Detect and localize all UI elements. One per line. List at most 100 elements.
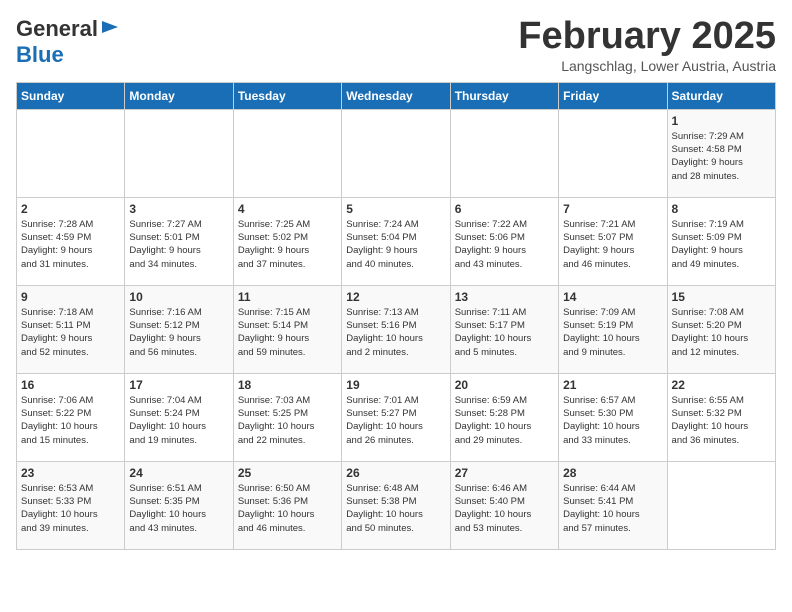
day-info: Sunrise: 6:57 AM Sunset: 5:30 PM Dayligh… bbox=[563, 394, 662, 447]
day-info: Sunrise: 7:01 AM Sunset: 5:27 PM Dayligh… bbox=[346, 394, 445, 447]
week-row-0: 1 Sunrise: 7:29 AM Sunset: 4:58 PM Daylig… bbox=[17, 109, 776, 197]
calendar-cell: 9Sunrise: 7:18 AM Sunset: 5:11 PM Daylig… bbox=[17, 285, 125, 373]
calendar-cell: 21 Sunrise: 6:57 AM Sunset: 5:30 PM Dayli… bbox=[559, 373, 667, 461]
day-info: Sunrise: 6:44 AM Sunset: 5:41 PM Dayligh… bbox=[563, 482, 662, 535]
calendar-cell: 2Sunrise: 7:28 AM Sunset: 4:59 PM Daylig… bbox=[17, 197, 125, 285]
day-info: Sunrise: 7:21 AM Sunset: 5:07 PM Dayligh… bbox=[563, 218, 662, 271]
day-number: 27 bbox=[455, 466, 554, 480]
day-number: 23 bbox=[21, 466, 120, 480]
calendar-cell: 23 Sunrise: 6:53 AM Sunset: 5:33 PM Dayli… bbox=[17, 461, 125, 549]
calendar-cell: 15 Sunrise: 7:08 AM Sunset: 5:20 PM Dayli… bbox=[667, 285, 775, 373]
day-info: Sunrise: 6:53 AM Sunset: 5:33 PM Dayligh… bbox=[21, 482, 120, 535]
calendar-cell: 6 Sunrise: 7:22 AM Sunset: 5:06 PM Daylig… bbox=[450, 197, 558, 285]
day-number: 17 bbox=[129, 378, 228, 392]
day-info: Sunrise: 7:09 AM Sunset: 5:19 PM Dayligh… bbox=[563, 306, 662, 359]
calendar-cell bbox=[559, 109, 667, 197]
calendar-cell: 28 Sunrise: 6:44 AM Sunset: 5:41 PM Dayli… bbox=[559, 461, 667, 549]
day-number: 22 bbox=[672, 378, 771, 392]
day-info: Sunrise: 7:16 AM Sunset: 5:12 PM Dayligh… bbox=[129, 306, 228, 359]
day-info: Sunrise: 7:19 AM Sunset: 5:09 PM Dayligh… bbox=[672, 218, 771, 271]
day-info: Sunrise: 7:25 AM Sunset: 5:02 PM Dayligh… bbox=[238, 218, 337, 271]
day-number: 3 bbox=[129, 202, 228, 216]
day-info: Sunrise: 7:06 AM Sunset: 5:22 PM Dayligh… bbox=[21, 394, 120, 447]
logo-blue: Blue bbox=[16, 42, 64, 67]
day-info: Sunrise: 7:29 AM Sunset: 4:58 PM Dayligh… bbox=[672, 130, 771, 183]
calendar-cell bbox=[667, 461, 775, 549]
day-number: 10 bbox=[129, 290, 228, 304]
day-number: 9 bbox=[21, 290, 120, 304]
day-number: 4 bbox=[238, 202, 337, 216]
day-number: 6 bbox=[455, 202, 554, 216]
calendar-cell bbox=[17, 109, 125, 197]
calendar-cell: 20Sunrise: 6:59 AM Sunset: 5:28 PM Dayli… bbox=[450, 373, 558, 461]
calendar-cell: 14 Sunrise: 7:09 AM Sunset: 5:19 PM Dayli… bbox=[559, 285, 667, 373]
day-number: 8 bbox=[672, 202, 771, 216]
page-header: General Blue February 2025 Langschlag, L… bbox=[16, 16, 776, 74]
week-row-1: 2Sunrise: 7:28 AM Sunset: 4:59 PM Daylig… bbox=[17, 197, 776, 285]
day-info: Sunrise: 6:51 AM Sunset: 5:35 PM Dayligh… bbox=[129, 482, 228, 535]
header-day-friday: Friday bbox=[559, 82, 667, 109]
week-row-2: 9Sunrise: 7:18 AM Sunset: 5:11 PM Daylig… bbox=[17, 285, 776, 373]
day-info: Sunrise: 7:24 AM Sunset: 5:04 PM Dayligh… bbox=[346, 218, 445, 271]
day-info: Sunrise: 7:28 AM Sunset: 4:59 PM Dayligh… bbox=[21, 218, 120, 271]
calendar-cell bbox=[342, 109, 450, 197]
day-info: Sunrise: 7:22 AM Sunset: 5:06 PM Dayligh… bbox=[455, 218, 554, 271]
day-number: 26 bbox=[346, 466, 445, 480]
day-number: 14 bbox=[563, 290, 662, 304]
calendar-body: 1 Sunrise: 7:29 AM Sunset: 4:58 PM Daylig… bbox=[17, 109, 776, 549]
day-number: 19 bbox=[346, 378, 445, 392]
day-info: Sunrise: 7:27 AM Sunset: 5:01 PM Dayligh… bbox=[129, 218, 228, 271]
day-number: 7 bbox=[563, 202, 662, 216]
day-info: Sunrise: 7:04 AM Sunset: 5:24 PM Dayligh… bbox=[129, 394, 228, 447]
calendar-cell: 12 Sunrise: 7:13 AM Sunset: 5:16 PM Dayli… bbox=[342, 285, 450, 373]
header-day-tuesday: Tuesday bbox=[233, 82, 341, 109]
header-day-sunday: Sunday bbox=[17, 82, 125, 109]
calendar-cell: 1 Sunrise: 7:29 AM Sunset: 4:58 PM Daylig… bbox=[667, 109, 775, 197]
calendar-cell: 5Sunrise: 7:24 AM Sunset: 5:04 PM Daylig… bbox=[342, 197, 450, 285]
calendar-cell: 3 Sunrise: 7:27 AM Sunset: 5:01 PM Daylig… bbox=[125, 197, 233, 285]
header-day-saturday: Saturday bbox=[667, 82, 775, 109]
day-number: 28 bbox=[563, 466, 662, 480]
day-info: Sunrise: 7:15 AM Sunset: 5:14 PM Dayligh… bbox=[238, 306, 337, 359]
calendar-header: SundayMondayTuesdayWednesdayThursdayFrid… bbox=[17, 82, 776, 109]
day-number: 16 bbox=[21, 378, 120, 392]
header-day-thursday: Thursday bbox=[450, 82, 558, 109]
calendar-cell: 11 Sunrise: 7:15 AM Sunset: 5:14 PM Dayli… bbox=[233, 285, 341, 373]
calendar-cell: 16 Sunrise: 7:06 AM Sunset: 5:22 PM Dayli… bbox=[17, 373, 125, 461]
day-info: Sunrise: 7:08 AM Sunset: 5:20 PM Dayligh… bbox=[672, 306, 771, 359]
week-row-3: 16 Sunrise: 7:06 AM Sunset: 5:22 PM Dayli… bbox=[17, 373, 776, 461]
day-number: 21 bbox=[563, 378, 662, 392]
calendar-cell: 27Sunrise: 6:46 AM Sunset: 5:40 PM Dayli… bbox=[450, 461, 558, 549]
header-day-monday: Monday bbox=[125, 82, 233, 109]
day-number: 11 bbox=[238, 290, 337, 304]
calendar-cell: 13 Sunrise: 7:11 AM Sunset: 5:17 PM Dayli… bbox=[450, 285, 558, 373]
calendar-cell: 4 Sunrise: 7:25 AM Sunset: 5:02 PM Daylig… bbox=[233, 197, 341, 285]
day-number: 24 bbox=[129, 466, 228, 480]
logo: General Blue bbox=[16, 16, 120, 68]
logo-arrow-icon bbox=[100, 17, 120, 37]
title-block: February 2025 Langschlag, Lower Austria,… bbox=[518, 16, 776, 74]
day-info: Sunrise: 7:13 AM Sunset: 5:16 PM Dayligh… bbox=[346, 306, 445, 359]
calendar-cell: 26 Sunrise: 6:48 AM Sunset: 5:38 PM Dayli… bbox=[342, 461, 450, 549]
day-info: Sunrise: 6:50 AM Sunset: 5:36 PM Dayligh… bbox=[238, 482, 337, 535]
header-day-wednesday: Wednesday bbox=[342, 82, 450, 109]
calendar-cell: 18Sunrise: 7:03 AM Sunset: 5:25 PM Dayli… bbox=[233, 373, 341, 461]
week-row-4: 23 Sunrise: 6:53 AM Sunset: 5:33 PM Dayli… bbox=[17, 461, 776, 549]
calendar-cell bbox=[125, 109, 233, 197]
calendar-cell: 25Sunrise: 6:50 AM Sunset: 5:36 PM Dayli… bbox=[233, 461, 341, 549]
calendar-cell bbox=[450, 109, 558, 197]
day-number: 12 bbox=[346, 290, 445, 304]
header-row: SundayMondayTuesdayWednesdayThursdayFrid… bbox=[17, 82, 776, 109]
calendar-cell: 22Sunrise: 6:55 AM Sunset: 5:32 PM Dayli… bbox=[667, 373, 775, 461]
calendar-cell: 19 Sunrise: 7:01 AM Sunset: 5:27 PM Dayli… bbox=[342, 373, 450, 461]
day-info: Sunrise: 6:48 AM Sunset: 5:38 PM Dayligh… bbox=[346, 482, 445, 535]
day-number: 1 bbox=[672, 114, 771, 128]
day-info: Sunrise: 7:11 AM Sunset: 5:17 PM Dayligh… bbox=[455, 306, 554, 359]
calendar-title: February 2025 bbox=[518, 16, 776, 58]
calendar-table: SundayMondayTuesdayWednesdayThursdayFrid… bbox=[16, 82, 776, 550]
calendar-cell: 24 Sunrise: 6:51 AM Sunset: 5:35 PM Dayli… bbox=[125, 461, 233, 549]
calendar-cell: 10 Sunrise: 7:16 AM Sunset: 5:12 PM Dayli… bbox=[125, 285, 233, 373]
calendar-cell: 7 Sunrise: 7:21 AM Sunset: 5:07 PM Daylig… bbox=[559, 197, 667, 285]
day-number: 15 bbox=[672, 290, 771, 304]
day-number: 13 bbox=[455, 290, 554, 304]
